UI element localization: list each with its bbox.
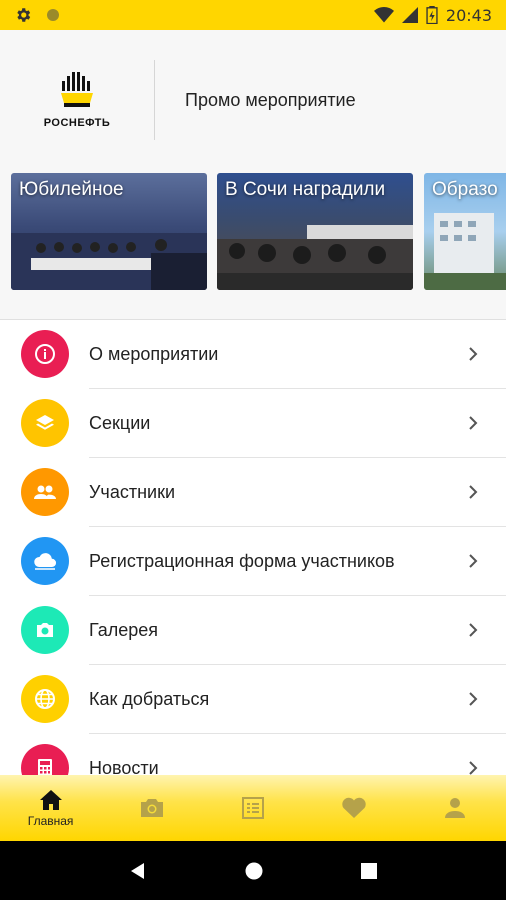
menu-item-news[interactable]: Новости [0, 734, 506, 775]
chevron-right-icon [469, 416, 478, 430]
nav-gallery[interactable] [101, 775, 202, 841]
menu-item-label: Участники [89, 482, 175, 502]
layers-icon [36, 415, 54, 430]
rosneft-logo: РОСНЕФТЬ [0, 30, 154, 170]
status-bar: 20:43 [0, 0, 506, 30]
app-header: РОСНЕФТЬ Промо мероприятие [0, 30, 506, 170]
menu-icon-badge [21, 399, 69, 447]
menu-icon-badge [21, 744, 69, 775]
menu-item-label: Как добраться [89, 689, 210, 709]
menu-item-label: О мероприятии [89, 344, 219, 364]
chevron-right-icon [469, 347, 478, 361]
cloud-icon [34, 553, 57, 570]
menu-item-directions[interactable]: Как добраться [0, 665, 506, 734]
globe-icon [35, 689, 55, 709]
recents-icon[interactable] [360, 862, 378, 880]
logo-text: РОСНЕФТЬ [43, 117, 111, 129]
wifi-icon [373, 7, 394, 23]
list-icon [242, 797, 264, 819]
home-circle-icon[interactable] [244, 861, 264, 881]
nav-home[interactable]: Главная [0, 775, 101, 841]
circle-icon [47, 9, 59, 21]
menu-item-label: Регистрационная форма участников [89, 551, 395, 571]
bottom-nav: Главная [0, 775, 506, 841]
menu-icon-badge [21, 606, 69, 654]
menu-item-label: Галерея [89, 620, 159, 640]
slide-caption: Образо [432, 179, 498, 200]
header-divider [154, 60, 155, 140]
menu-item-sections[interactable]: Секции [0, 389, 506, 458]
gear-icon [17, 8, 31, 22]
menu-item-gallery[interactable]: Галерея [0, 596, 506, 665]
camera-icon [140, 799, 163, 817]
menu-icon-badge [21, 468, 69, 516]
nav-list[interactable] [202, 775, 303, 841]
back-icon[interactable] [128, 861, 148, 881]
chevron-right-icon [469, 554, 478, 568]
people-icon [34, 485, 56, 499]
chevron-right-icon [469, 485, 478, 499]
chevron-right-icon [469, 692, 478, 706]
menu-item-about[interactable]: О мероприятии [0, 320, 506, 389]
signal-icon [401, 7, 418, 23]
menu-icon-badge [21, 675, 69, 723]
carousel-slide[interactable]: Юбилейное [11, 173, 207, 290]
calculator-icon [38, 759, 52, 775]
menu-icon-badge [21, 537, 69, 585]
home-icon [39, 790, 62, 810]
slide-caption: Юбилейное [19, 179, 124, 200]
menu-item-label: Новости [89, 758, 159, 775]
page-title: Промо мероприятие [185, 89, 356, 110]
carousel-slide[interactable]: В Сочи наградили [217, 173, 413, 290]
nav-profile[interactable] [405, 775, 506, 841]
status-time: 20:43 [445, 5, 492, 25]
battery-icon [426, 6, 438, 24]
rosneft-logo-icon [61, 72, 93, 107]
news-carousel[interactable]: Юбилейное В Сочи наградили Образо [0, 170, 506, 320]
nav-label: Главная [27, 814, 74, 828]
system-nav-bar [0, 841, 506, 900]
menu-item-registration[interactable]: Регистрационная форма участников [0, 527, 506, 596]
chevron-right-icon [469, 623, 478, 637]
camera-icon [37, 623, 53, 637]
carousel-slide[interactable]: Образо [424, 173, 506, 290]
slide-caption: В Сочи наградили [225, 179, 386, 200]
menu-item-participants[interactable]: Участники [0, 458, 506, 527]
chevron-right-icon [469, 761, 478, 775]
nav-favorites[interactable] [304, 775, 405, 841]
menu-item-label: Секции [89, 413, 151, 433]
menu-icon-badge [21, 330, 69, 378]
heart-icon [342, 797, 366, 818]
person-icon [445, 798, 466, 818]
main-menu: О мероприятии Секции Участники Регистрац… [0, 320, 506, 775]
info-icon [35, 344, 55, 364]
